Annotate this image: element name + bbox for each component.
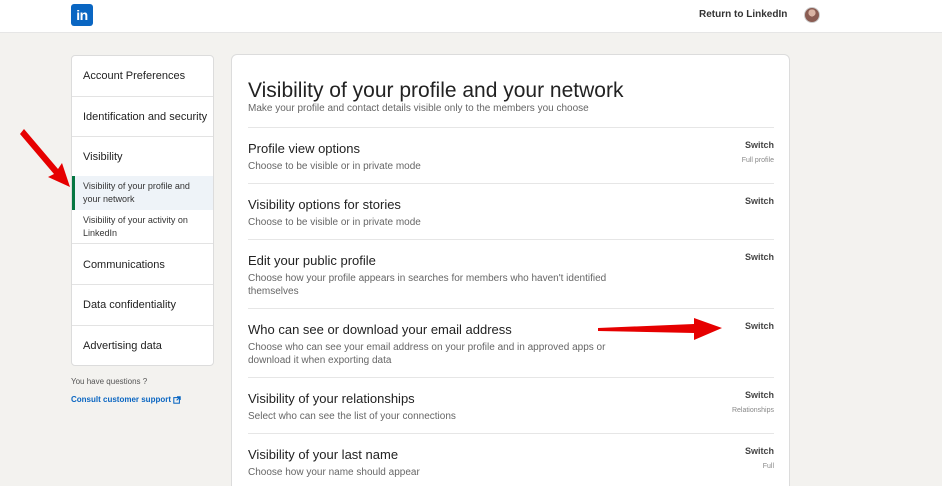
sidebar-item-communications[interactable]: Communications bbox=[72, 245, 213, 285]
settings-sidebar: Account Preferences Identification and s… bbox=[71, 55, 214, 366]
setting-status: Full bbox=[762, 463, 774, 470]
return-to-linkedin-link[interactable]: Return to LinkedIn bbox=[699, 9, 787, 20]
avatar[interactable] bbox=[804, 7, 820, 23]
switch-button[interactable]: Switch bbox=[745, 196, 774, 206]
setting-description: Select who can see the list of your conn… bbox=[248, 411, 456, 422]
switch-button[interactable]: Switch bbox=[745, 321, 774, 331]
sidebar-item-data-confidentiality[interactable]: Data confidentiality bbox=[72, 285, 213, 326]
page-title: Visibility of your profile and your netw… bbox=[248, 79, 624, 102]
red-arrow-annotation-icon bbox=[20, 129, 70, 187]
setting-status: Relationships bbox=[731, 407, 774, 414]
setting-title: Who can see or download your email addre… bbox=[248, 322, 512, 337]
setting-description: Choose how your name should appear bbox=[248, 467, 420, 478]
setting-row-public-profile[interactable]: Edit your public profile Choose how your… bbox=[248, 239, 774, 308]
sidebar-item-identification-security[interactable]: Identification and security bbox=[72, 97, 213, 137]
setting-description: Choose to be visible or in private mode bbox=[248, 161, 421, 172]
setting-row-stories-visibility[interactable]: Visibility options for stories Choose to… bbox=[248, 183, 774, 239]
sidebar-item-visibility[interactable]: Visibility bbox=[72, 137, 213, 177]
page-subtitle: Make your profile and contact details vi… bbox=[248, 103, 589, 114]
questions-text: You have questions ? bbox=[71, 377, 148, 386]
setting-title: Profile view options bbox=[248, 141, 360, 156]
setting-title: Visibility options for stories bbox=[248, 197, 401, 212]
top-bar: in Return to LinkedIn bbox=[0, 0, 942, 33]
sidebar-item-account-preferences[interactable]: Account Preferences bbox=[72, 56, 213, 97]
setting-status: Full profile bbox=[741, 157, 774, 164]
red-arrow-annotation-icon bbox=[598, 318, 722, 340]
setting-row-profile-view-options[interactable]: Profile view options Choose to be visibl… bbox=[248, 127, 774, 183]
settings-main-panel: Visibility of your profile and your netw… bbox=[231, 54, 790, 486]
customer-support-link[interactable]: Consult customer support bbox=[71, 395, 181, 404]
sidebar-subitem-activity-visibility[interactable]: Visibility of your activity on LinkedIn bbox=[72, 210, 213, 244]
external-link-icon bbox=[173, 395, 181, 404]
sidebar-subitem-profile-network-visibility[interactable]: Visibility of your profile and your netw… bbox=[72, 176, 213, 210]
sidebar-item-advertising-data[interactable]: Advertising data bbox=[72, 326, 213, 365]
setting-row-last-name-visibility[interactable]: Visibility of your last name Choose how … bbox=[248, 433, 774, 486]
customer-support-label[interactable]: Consult customer support bbox=[71, 395, 171, 404]
switch-button[interactable]: Switch bbox=[745, 446, 774, 456]
linkedin-logo[interactable]: in bbox=[71, 4, 93, 26]
setting-description: Choose how your profile appears in searc… bbox=[248, 273, 607, 297]
switch-button[interactable]: Switch bbox=[745, 252, 774, 262]
setting-title: Edit your public profile bbox=[248, 253, 376, 268]
setting-title: Visibility of your last name bbox=[248, 447, 399, 462]
setting-title: Visibility of your relationships bbox=[248, 391, 415, 406]
switch-button[interactable]: Switch bbox=[745, 140, 774, 150]
switch-button[interactable]: Switch bbox=[745, 390, 774, 400]
setting-description: Choose who can see your email address on… bbox=[248, 342, 606, 366]
setting-description: Choose to be visible or in private mode bbox=[248, 217, 421, 228]
setting-row-relationships-visibility[interactable]: Visibility of your relationships Select … bbox=[248, 377, 774, 433]
